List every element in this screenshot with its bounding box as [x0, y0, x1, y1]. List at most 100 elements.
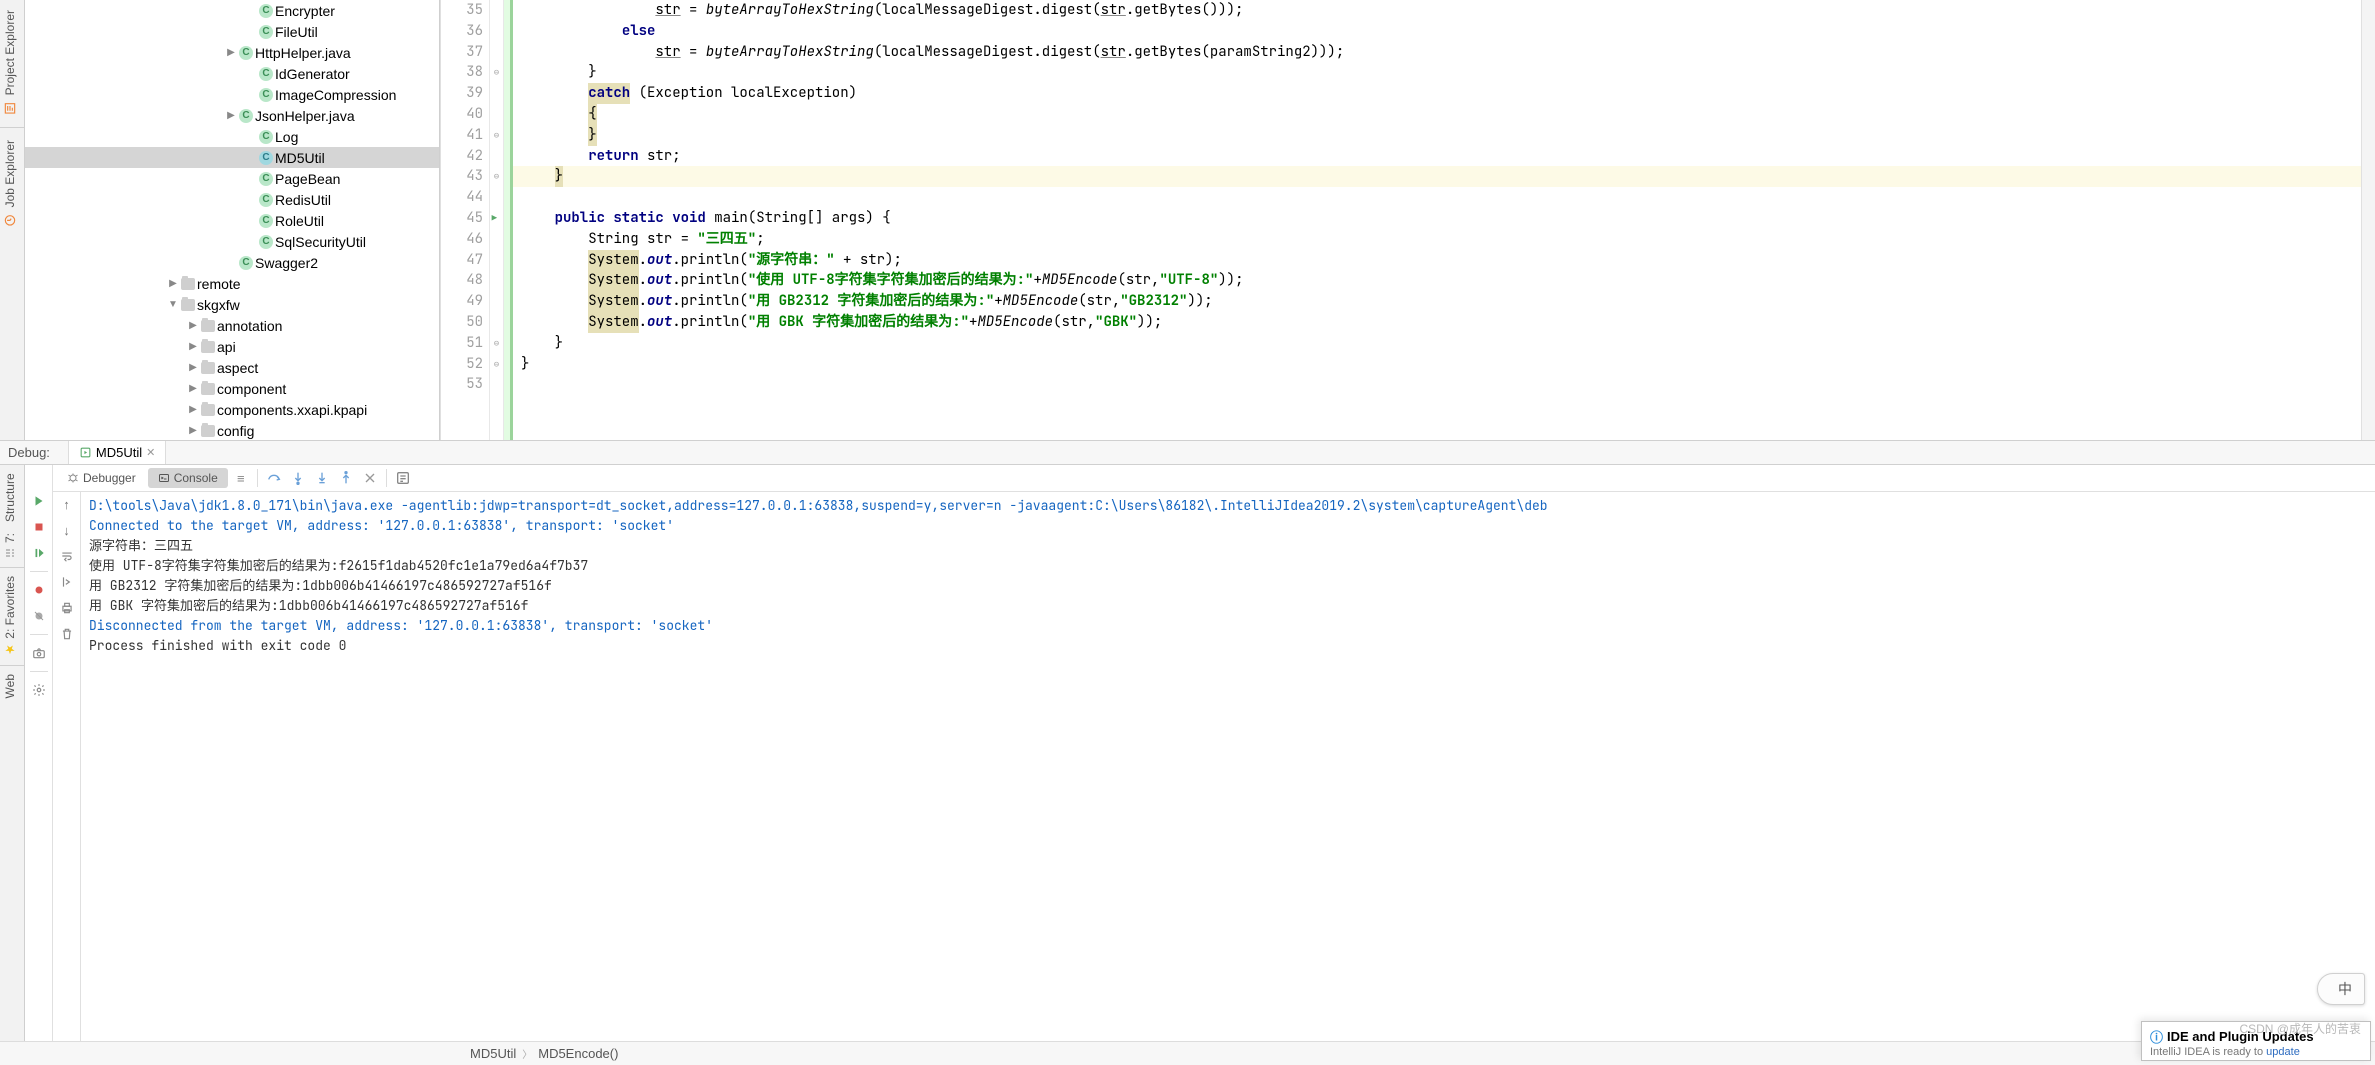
debugger-tab[interactable]: Debugger [57, 468, 146, 488]
debug-run-toolbar[interactable] [25, 465, 53, 1065]
debug-config-tab[interactable]: MD5Util ✕ [68, 441, 166, 464]
code-line[interactable]: str = byteArrayToHexString(localMessageD… [521, 42, 2361, 63]
left-tool-window-bar[interactable]: Project Explorer Job Explorer [0, 0, 25, 440]
evaluate-button[interactable] [392, 467, 414, 489]
expand-arrow[interactable]: ▶ [225, 47, 237, 58]
class-tree-item[interactable]: CRedisUtil [25, 189, 439, 210]
class-tree-item[interactable]: CSwagger2 [25, 252, 439, 273]
folder-tree-item[interactable]: ▶api [25, 336, 439, 357]
debug-tool-window-header[interactable]: Debug: MD5Util ✕ [0, 440, 2375, 465]
code-line[interactable]: System.out.println("用 GBK 字符集加密后的结果为:"+M… [521, 312, 2361, 333]
web-tab[interactable]: Web [0, 666, 20, 706]
expand-arrow[interactable]: ▶ [187, 425, 199, 436]
class-tree-item[interactable]: ▶CHttpHelper.java [25, 42, 439, 63]
step-into-button[interactable] [287, 467, 309, 489]
code-line[interactable]: return str; [521, 146, 2361, 167]
camera-button[interactable] [31, 645, 47, 661]
code-body[interactable]: str = byteArrayToHexString(localMessageD… [513, 0, 2361, 440]
expand-arrow[interactable]: ▶ [187, 362, 199, 373]
expand-arrow[interactable]: ▼ [167, 299, 179, 310]
code-line[interactable]: System.out.println("用 GB2312 字符集加密后的结果为:… [521, 291, 2361, 312]
fold-handle[interactable]: ⊖ [490, 166, 503, 187]
ime-indicator[interactable]: 中 [2317, 973, 2365, 1005]
rerun-button[interactable] [31, 493, 47, 509]
folder-tree-item[interactable]: ▶config [25, 420, 439, 440]
console-tab[interactable]: Console [148, 468, 228, 488]
code-line[interactable]: else [521, 21, 2361, 42]
settings-button[interactable] [31, 682, 47, 698]
class-tree-item[interactable]: CMD5Util [25, 147, 439, 168]
expand-arrow[interactable]: ▶ [187, 320, 199, 331]
mute-breakpoints-button[interactable] [31, 608, 47, 624]
code-line[interactable]: String str = "三四五"; [521, 229, 2361, 250]
drop-frame-button[interactable] [359, 467, 381, 489]
fold-handle[interactable]: ⊖ [490, 62, 503, 83]
resume-button[interactable] [31, 545, 47, 561]
force-step-into-button[interactable] [311, 467, 333, 489]
print-button[interactable] [59, 600, 75, 616]
class-tree-item[interactable]: CImageCompression [25, 84, 439, 105]
project-explorer-tab[interactable]: Project Explorer [0, 0, 20, 125]
stop-button[interactable] [31, 519, 47, 535]
folder-tree-item[interactable]: ▶annotation [25, 315, 439, 336]
expand-arrow[interactable]: ▶ [187, 404, 199, 415]
breadcrumb-class[interactable]: MD5Util [470, 1046, 516, 1061]
class-tree-item[interactable]: CPageBean [25, 168, 439, 189]
code-line[interactable]: System.out.println("使用 UTF-8字符集字符集加密后的结果… [521, 270, 2361, 291]
editor-breadcrumbs[interactable]: MD5Util 〉 MD5Encode() [0, 1041, 2375, 1065]
folder-tree-item[interactable]: ▶aspect [25, 357, 439, 378]
editor-scrollbar[interactable] [2361, 0, 2375, 440]
console-toolbar[interactable]: ↑ ↓ [53, 492, 81, 1065]
expand-arrow[interactable]: ▶ [187, 341, 199, 352]
console-output[interactable]: D:\tools\Java\jdk1.8.0_171\bin\java.exe … [81, 492, 2375, 1065]
breadcrumb-method[interactable]: MD5Encode() [538, 1046, 618, 1061]
up-button[interactable]: ↑ [59, 496, 75, 512]
bottom-left-tool-bar[interactable]: 7: Structure ★ 2: Favorites Web [0, 465, 25, 1065]
code-line[interactable] [521, 374, 2361, 395]
threads-button[interactable]: ≡ [230, 467, 252, 489]
scroll-to-end-button[interactable] [59, 574, 75, 590]
code-line[interactable]: } [521, 125, 2361, 146]
code-line[interactable]: } [521, 333, 2361, 354]
debug-inner-tabs[interactable]: Debugger Console ≡ [53, 465, 2375, 492]
expand-arrow[interactable]: ▶ [187, 383, 199, 394]
class-tree-item[interactable]: CEncrypter [25, 0, 439, 21]
code-line[interactable]: public static void main(String[] args) { [521, 208, 2361, 229]
clear-button[interactable] [59, 626, 75, 642]
code-line[interactable]: str = byteArrayToHexString(localMessageD… [521, 0, 2361, 21]
structure-tab[interactable]: 7: Structure [0, 465, 20, 567]
step-out-button[interactable] [335, 467, 357, 489]
code-line[interactable] [521, 187, 2361, 208]
class-tree-item[interactable]: ▶CJsonHelper.java [25, 105, 439, 126]
step-over-button[interactable] [263, 467, 285, 489]
folder-tree-item[interactable]: ▼skgxfw [25, 294, 439, 315]
job-explorer-tab[interactable]: Job Explorer [0, 130, 20, 237]
folder-tree-item[interactable]: ▶remote [25, 273, 439, 294]
code-line[interactable]: } [521, 354, 2361, 375]
view-breakpoints-button[interactable] [31, 582, 47, 598]
code-line[interactable]: { [521, 104, 2361, 125]
fold-handle[interactable]: ⊖ [490, 333, 503, 354]
project-tree[interactable]: CEncrypterCFileUtil▶CHttpHelper.javaCIdG… [25, 0, 440, 440]
code-line[interactable]: } [521, 62, 2361, 83]
class-tree-item[interactable]: CRoleUtil [25, 210, 439, 231]
code-line[interactable]: catch (Exception localException) [521, 83, 2361, 104]
down-button[interactable]: ↓ [59, 522, 75, 538]
class-tree-item[interactable]: CIdGenerator [25, 63, 439, 84]
soft-wrap-button[interactable] [59, 548, 75, 564]
code-line[interactable]: System.out.println("源字符串：" + str); [521, 250, 2361, 271]
expand-arrow[interactable]: ▶ [167, 278, 179, 289]
class-tree-item[interactable]: CSqlSecurityUtil [25, 231, 439, 252]
code-line[interactable]: } [513, 166, 2361, 187]
class-tree-item[interactable]: CLog [25, 126, 439, 147]
code-editor[interactable]: 35363738394041424344454647484950515253 ⊖… [440, 0, 2375, 440]
fold-handle[interactable]: ⊖ [490, 354, 503, 375]
class-tree-item[interactable]: CFileUtil [25, 21, 439, 42]
fold-handle[interactable]: ⊖ [490, 125, 503, 146]
favorites-tab[interactable]: ★ 2: Favorites [0, 568, 20, 665]
update-link[interactable]: update [2266, 1046, 2300, 1058]
expand-arrow[interactable]: ▶ [225, 110, 237, 121]
close-icon[interactable]: ✕ [146, 446, 155, 459]
folder-tree-item[interactable]: ▶component [25, 378, 439, 399]
folder-tree-item[interactable]: ▶components.xxapi.kpapi [25, 399, 439, 420]
